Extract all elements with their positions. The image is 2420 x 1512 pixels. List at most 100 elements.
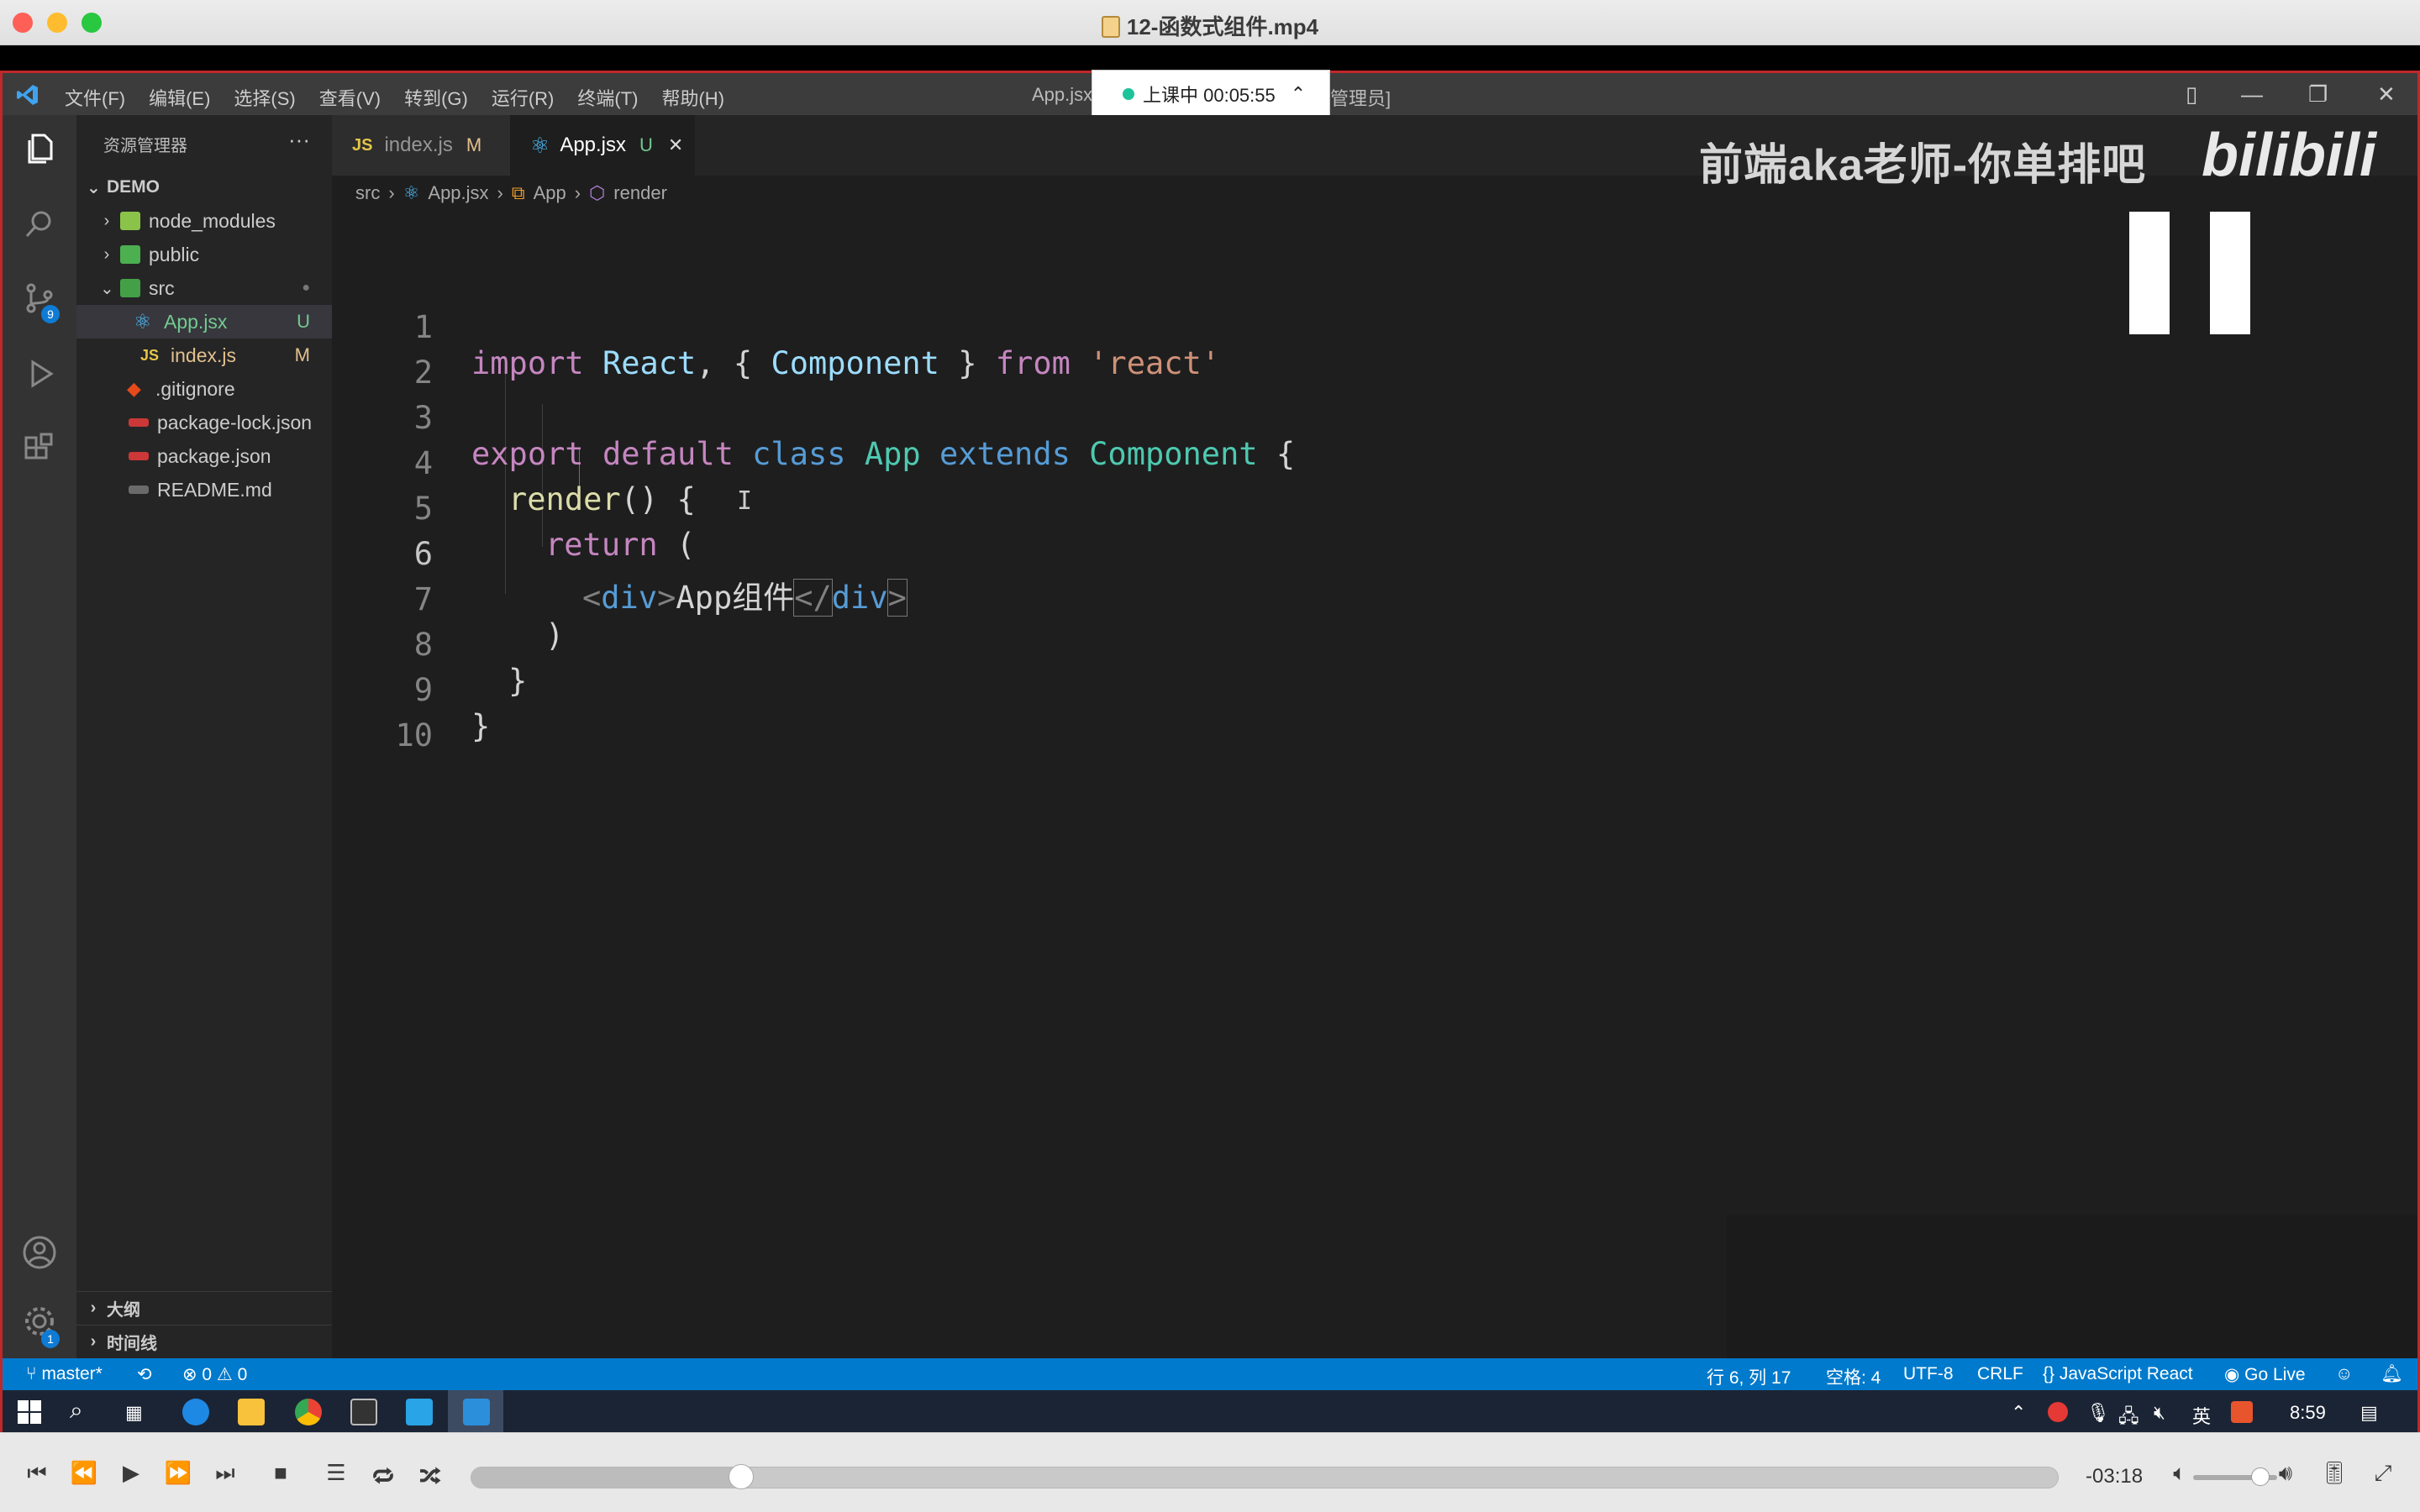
breadcrumb-class[interactable]: App [534, 182, 566, 204]
equalizer-icon[interactable]: 🎚︎ [2317, 1460, 2351, 1486]
seek-bar-thumb[interactable] [728, 1464, 754, 1489]
timeline-section[interactable]: › 时间线 [76, 1325, 332, 1358]
tab-index-js[interactable]: JS index.js M [332, 115, 510, 176]
cursor-position[interactable]: 行 6, 列 17 [1707, 1364, 1791, 1389]
tree-item-app-jsx[interactable]: ⚛ App.jsx U [76, 305, 332, 339]
git-branch[interactable]: ⑂ master* [26, 1364, 103, 1384]
tab-app-jsx[interactable]: ⚛ App.jsx U ✕ [510, 115, 695, 176]
volume-high-icon[interactable]: 🔊︎ [2269, 1460, 2302, 1487]
taskbar-clock[interactable]: 8:59 [2290, 1402, 2326, 1424]
volume-mute-icon[interactable]: 🔇︎ [2154, 1402, 2165, 1424]
skip-to-start-icon[interactable]: ⏮ [20, 1460, 54, 1487]
breadcrumb-method[interactable]: render [613, 182, 667, 204]
action-center-icon[interactable]: ▤ [2360, 1402, 2378, 1424]
taskbar-search-icon[interactable]: ⌕ [70, 1397, 83, 1425]
code-line-current: 6 <div>App组件</div> [332, 500, 2417, 617]
fast-forward-icon[interactable]: ⏩ [161, 1460, 195, 1486]
menu-help[interactable]: 帮助(H) [661, 84, 724, 111]
notifications-bell-icon[interactable]: 🔔︎ [2381, 1364, 2403, 1384]
video-frame[interactable]: 文件(F) 编辑(E) 选择(S) 查看(V) 转到(G) 运行(R) 终端(T… [0, 45, 2420, 1432]
tree-item-package-json[interactable]: package.json [76, 439, 332, 473]
playlist-icon[interactable]: ☰ [319, 1460, 353, 1486]
volume-slider-thumb[interactable] [2251, 1467, 2270, 1486]
ime-indicator[interactable]: 英 [2192, 1402, 2211, 1429]
chevron-down-icon: ⌄ [87, 178, 101, 197]
microphone-icon[interactable]: 🎙︎ [2086, 1402, 2110, 1424]
problems-indicator[interactable]: ⊗ 0 ⚠ 0 [182, 1364, 247, 1385]
more-actions-icon[interactable]: ··· [288, 127, 310, 153]
tab-status-modified: M [466, 134, 482, 155]
chevron-up-icon[interactable]: ⌃ [2011, 1402, 2026, 1424]
menu-go[interactable]: 转到(G) [404, 84, 468, 111]
network-icon[interactable]: 🖧 [2118, 1402, 2139, 1432]
run-debug-icon[interactable] [21, 355, 58, 392]
chrome-browser-icon[interactable] [295, 1399, 322, 1425]
explorer-icon[interactable] [21, 130, 58, 167]
rewind-icon[interactable]: ⏪ [67, 1460, 101, 1486]
menu-selection[interactable]: 选择(S) [234, 84, 295, 111]
vscode-taskbar-icon[interactable] [463, 1399, 490, 1425]
line-ending[interactable]: CRLF [1977, 1364, 2023, 1384]
terminal-icon[interactable] [350, 1399, 377, 1425]
tree-item-index-js[interactable]: JS index.js M [76, 339, 332, 372]
tree-item-src[interactable]: ⌄ src ● [76, 271, 332, 305]
go-live-button[interactable]: ◉ Go Live [2224, 1364, 2306, 1385]
encoding[interactable]: UTF-8 [1903, 1364, 1954, 1384]
chevron-up-icon[interactable]: ⌃ [1291, 83, 1306, 105]
restore-icon[interactable]: ❐ [2308, 81, 2328, 108]
tree-item-gitignore[interactable]: ◆ .gitignore [76, 372, 332, 406]
seek-bar[interactable] [471, 1464, 2059, 1489]
player-title: 12-函数式组件.mp4 [0, 10, 2420, 41]
folder-node-icon [120, 212, 140, 230]
search-icon[interactable] [21, 206, 58, 243]
menu-terminal[interactable]: 终端(T) [577, 84, 638, 111]
menu-view[interactable]: 查看(V) [319, 84, 381, 111]
menu-file[interactable]: 文件(F) [65, 84, 125, 111]
volume-low-icon[interactable]: 🔈︎ [2163, 1460, 2196, 1487]
skip-to-end-icon[interactable]: ⏭ [208, 1460, 242, 1487]
input-method-icon[interactable] [2231, 1401, 2253, 1423]
pause-indicator-icon [2210, 212, 2250, 334]
menu-edit[interactable]: 编辑(E) [149, 84, 210, 111]
sync-icon[interactable]: ⟲ [137, 1364, 152, 1385]
menu-run[interactable]: 运行(R) [492, 84, 555, 111]
stop-icon[interactable]: ■ [264, 1460, 297, 1486]
workspace-root-label: DEMO [107, 177, 160, 197]
repeat-icon[interactable]: 🔁︎ [366, 1460, 400, 1492]
extensions-icon[interactable] [21, 431, 58, 468]
task-view-icon[interactable]: ▦ [125, 1402, 143, 1424]
window-title: App.jsx [1032, 84, 1093, 105]
breadcrumb-file[interactable]: App.jsx [428, 182, 488, 204]
tree-item-node-modules[interactable]: › node_modules [76, 204, 332, 238]
file-explorer-icon[interactable] [238, 1399, 265, 1425]
windows-start-icon[interactable] [16, 1399, 43, 1425]
line-number: 10 [395, 717, 433, 753]
breadcrumb-src[interactable]: src [355, 182, 380, 204]
meeting-app-icon[interactable] [406, 1399, 433, 1425]
fullscreen-icon[interactable]: ⤢ [2366, 1460, 2400, 1487]
record-icon[interactable] [2048, 1402, 2068, 1422]
feedback-icon[interactable]: ☺ [2335, 1364, 2353, 1384]
git-status-modified: M [294, 344, 310, 365]
tree-item-readme[interactable]: README.md [76, 473, 332, 507]
class-timer-badge[interactable]: 上课中 00:05:55 ⌃ [1092, 70, 1330, 118]
shuffle-icon[interactable]: 🔀︎ [413, 1460, 447, 1492]
workspace-root[interactable]: ⌄ DEMO [76, 171, 332, 204]
tree-item-package-lock[interactable]: package-lock.json [76, 406, 332, 439]
language-mode-label: JavaScript React [2059, 1364, 2193, 1383]
tree-item-public[interactable]: › public [76, 238, 332, 271]
volume-slider[interactable] [2193, 1467, 2277, 1486]
tab-close-icon[interactable]: ✕ [668, 134, 683, 156]
account-icon[interactable] [21, 1234, 58, 1271]
play-icon[interactable]: ▶ [114, 1460, 148, 1486]
language-mode[interactable]: {} JavaScript React [2043, 1364, 2193, 1384]
minimize-icon[interactable]: — [2241, 81, 2263, 108]
outline-section[interactable]: › 大纲 [76, 1291, 332, 1325]
edge-browser-icon[interactable] [182, 1399, 209, 1425]
outline-label: 大纲 [107, 1301, 140, 1320]
indentation[interactable]: 空格: 4 [1826, 1364, 1881, 1389]
layout-toggle-icon[interactable]: ▯ [2186, 81, 2197, 108]
code-editor[interactable]: 1 import React, { Component } from 'reac… [332, 207, 2417, 1358]
breadcrumb: src › ⚛ App.jsx › ⧉ App › ⬡ render [355, 182, 667, 204]
close-icon[interactable]: ✕ [2377, 81, 2396, 108]
